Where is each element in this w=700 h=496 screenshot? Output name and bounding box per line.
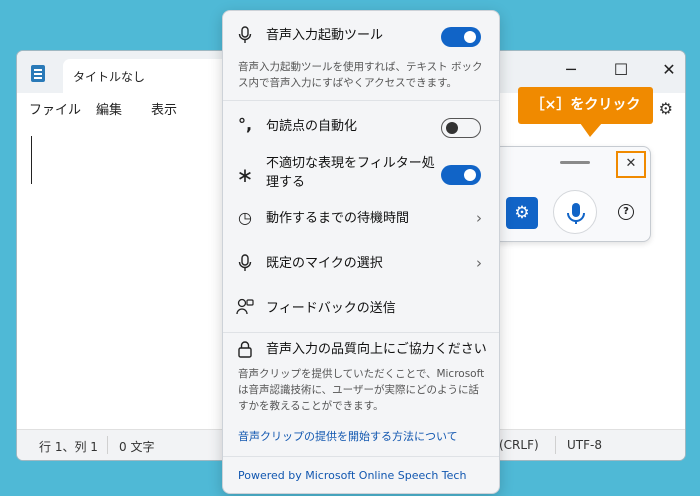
callout-tail xyxy=(580,123,602,137)
asterisk-icon: ∗ xyxy=(236,163,254,187)
setting-mic-select[interactable]: 既定のマイクの選択 › xyxy=(223,253,499,279)
improve-label: 音声入力の品質向上にご協力ください xyxy=(266,342,487,357)
profanity-filter-toggle[interactable] xyxy=(441,165,481,185)
improve-description: 音声クリップを提供していただくことで、Microsoft は音声認識技術に、ユー… xyxy=(238,368,485,412)
voice-typing-settings-flyout: 音声入力起動ツール 音声入力起動ツールを使用すれば、テキスト ボックス内で音声入… xyxy=(222,10,500,494)
launcher-description: 音声入力起動ツールを使用すれば、テキスト ボックス内で音声入力にすばやくアクセス… xyxy=(238,61,483,89)
status-position: 行 1、列 1 xyxy=(39,440,98,454)
menu-view[interactable]: 表示 xyxy=(151,99,177,118)
gear-icon[interactable]: ⚙ xyxy=(506,197,538,229)
status-char-count: 0 文字 xyxy=(119,440,155,454)
auto-punctuation-toggle[interactable] xyxy=(441,118,481,138)
window-close-button[interactable]: ✕ xyxy=(655,57,683,83)
launcher-toggle[interactable] xyxy=(441,27,481,47)
chevron-right-icon: › xyxy=(476,209,482,227)
feedback-label: フィードバックの送信 xyxy=(266,301,396,316)
menu-file[interactable]: ファイル xyxy=(29,99,81,118)
setting-profanity-filter: ∗ 不適切な表現をフィルター処理する xyxy=(223,153,499,195)
menu-edit[interactable]: 編集 xyxy=(96,99,122,118)
launcher-label: 音声入力起動ツール xyxy=(266,28,384,43)
timer-icon: ◷ xyxy=(238,208,252,227)
punctuation-icon: °, xyxy=(237,115,253,134)
callout-text: ［×］をクリック xyxy=(530,97,641,113)
setting-launcher: 音声入力起動ツール 音声入力起動ツールを使用すれば、テキスト ボックス内で音声入… xyxy=(223,25,499,101)
maximize-button[interactable]: ☐ xyxy=(607,57,635,83)
gear-icon[interactable]: ⚙ xyxy=(659,99,673,118)
feedback-icon xyxy=(235,298,255,320)
drag-handle[interactable] xyxy=(560,161,590,164)
chevron-right-icon: › xyxy=(476,254,482,272)
learn-more-link[interactable]: 音声クリップの提供を開始する方法について xyxy=(238,428,458,444)
mic-icon xyxy=(567,203,585,224)
mic-icon xyxy=(235,26,255,48)
setting-feedback[interactable]: フィードバックの送信 xyxy=(223,298,499,324)
wait-time-label: 動作するまでの待機時間 xyxy=(266,211,410,226)
improve-section: 音声入力の品質向上にご協力ください 音声クリップを提供していただくことで、Mic… xyxy=(223,340,499,444)
document-tab[interactable]: タイトルなし xyxy=(63,59,243,93)
mic-select-label: 既定のマイクの選択 xyxy=(266,256,383,271)
text-caret xyxy=(31,136,32,184)
document-tab-title: タイトルなし xyxy=(73,70,146,84)
status-line-ending: (CRLF) xyxy=(499,438,539,452)
status-encoding: UTF-8 xyxy=(567,438,602,452)
mic-button[interactable] xyxy=(553,190,597,234)
powered-by-link[interactable]: Powered by Microsoft Online Speech Tech xyxy=(238,469,466,482)
minimize-button[interactable]: ─ xyxy=(557,57,585,83)
lock-icon xyxy=(235,340,255,362)
setting-wait-time[interactable]: ◷ 動作するまでの待機時間 › xyxy=(223,208,499,234)
callout-annotation: ［×］をクリック xyxy=(518,87,653,124)
flyout-footer: Powered by Microsoft Online Speech Tech xyxy=(223,456,499,493)
help-icon[interactable]: ? xyxy=(618,204,634,220)
setting-auto-punctuation: °, 句読点の自動化 xyxy=(223,115,499,145)
profanity-filter-label: 不適切な表現をフィルター処理する xyxy=(266,156,435,190)
notepad-app-icon xyxy=(31,65,45,82)
voice-typing-bar: ✕ ⚙ ? xyxy=(493,146,651,242)
mic-icon xyxy=(235,254,255,276)
close-icon[interactable]: ✕ xyxy=(616,151,646,178)
auto-punctuation-label: 句読点の自動化 xyxy=(266,119,358,134)
